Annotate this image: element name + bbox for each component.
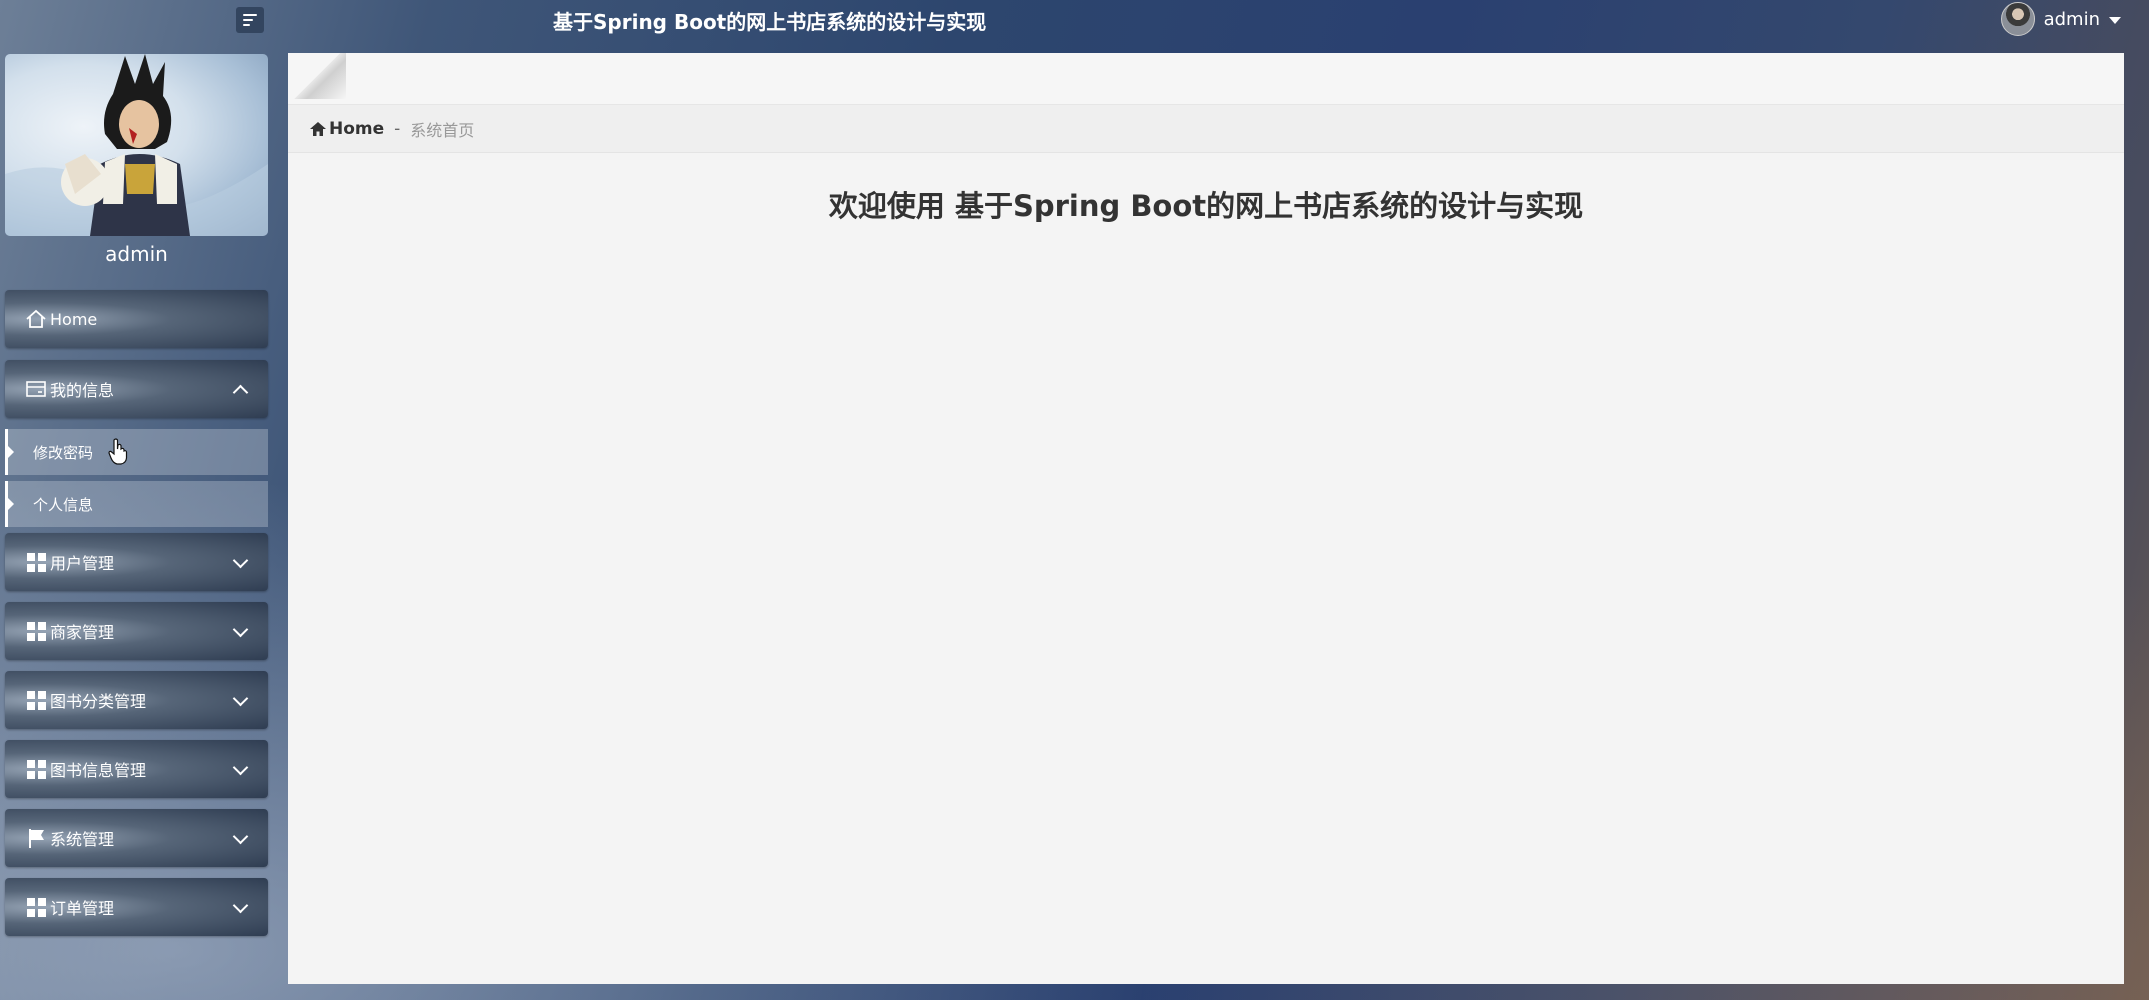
home-icon bbox=[25, 308, 47, 330]
breadcrumb-separator: - bbox=[394, 118, 401, 139]
sidebar-subitem-personal-info[interactable]: 个人信息 bbox=[5, 481, 268, 527]
sidebar-subitem-change-password[interactable]: 修改密码 bbox=[5, 429, 268, 475]
sidebar-item-label: 我的信息 bbox=[50, 381, 115, 400]
user-menu[interactable]: admin bbox=[2000, 2, 2121, 36]
sidebar-subitem-label: 修改密码 bbox=[33, 443, 94, 462]
sidebar-item-label: 用户管理 bbox=[50, 554, 115, 573]
breadcrumb-home-label[interactable]: Home bbox=[329, 119, 384, 139]
sidebar-subitem-label: 个人信息 bbox=[33, 495, 94, 514]
avatar[interactable] bbox=[2000, 2, 2035, 36]
sidebar-item-label: 系统管理 bbox=[50, 830, 115, 849]
main-panel: Home - 系统首页 欢迎使用 基于Spring Boot的网上书店系统的设计… bbox=[288, 53, 2124, 984]
page-fold-decoration bbox=[288, 53, 346, 99]
welcome-heading: 欢迎使用 基于Spring Boot的网上书店系统的设计与实现 bbox=[828, 189, 1584, 223]
sidebar-item-label: 订单管理 bbox=[50, 899, 115, 918]
menu-toggle-button[interactable] bbox=[236, 7, 264, 33]
home-icon bbox=[310, 121, 326, 136]
chevron-down-icon bbox=[232, 621, 249, 638]
chevron-up-icon bbox=[232, 384, 249, 401]
breadcrumb-current: 系统首页 bbox=[410, 120, 475, 140]
user-name[interactable]: admin bbox=[2044, 9, 2100, 30]
chevron-down-icon bbox=[232, 828, 249, 845]
sidebar-item-label: 图书分类管理 bbox=[50, 692, 147, 711]
flag-icon bbox=[25, 827, 47, 849]
sidebar-item-my-info[interactable]: 我的信息 bbox=[5, 360, 268, 418]
sidebar-item-order-management[interactable]: 订单管理 bbox=[5, 878, 268, 936]
sidebar-item-label: Home bbox=[50, 309, 98, 329]
breadcrumb: Home - 系统首页 bbox=[288, 105, 2124, 153]
sidebar-item-user-management[interactable]: 用户管理 bbox=[5, 533, 268, 591]
caret-down-icon[interactable] bbox=[2109, 16, 2121, 24]
grid-icon bbox=[25, 689, 47, 711]
main-top-bar bbox=[288, 53, 2124, 105]
chevron-down-icon bbox=[232, 897, 249, 914]
sidebar-item-home[interactable]: Home bbox=[5, 290, 268, 348]
chevron-down-icon bbox=[232, 690, 249, 707]
sidebar-item-book-category-management[interactable]: 图书分类管理 bbox=[5, 671, 268, 729]
breadcrumb-home[interactable]: Home bbox=[310, 119, 384, 139]
grid-icon bbox=[25, 758, 47, 780]
sidebar-item-label: 图书信息管理 bbox=[50, 761, 147, 780]
sidebar-item-book-info-management[interactable]: 图书信息管理 bbox=[5, 740, 268, 798]
app-title: 基于Spring Boot的网上书店系统的设计与实现 bbox=[553, 10, 987, 34]
chevron-down-icon bbox=[232, 552, 249, 569]
sidebar-item-label: 商家管理 bbox=[50, 623, 115, 642]
sidebar-item-merchant-management[interactable]: 商家管理 bbox=[5, 602, 268, 660]
profile-name: admin bbox=[105, 242, 168, 266]
profile-image bbox=[5, 54, 268, 236]
sidebar-item-system-management[interactable]: 系统管理 bbox=[5, 809, 268, 867]
grid-icon bbox=[25, 551, 47, 573]
grid-icon bbox=[25, 620, 47, 642]
grid-icon bbox=[25, 896, 47, 918]
hand-cursor-icon bbox=[108, 438, 128, 465]
chevron-down-icon bbox=[232, 759, 249, 776]
card-icon bbox=[25, 378, 47, 400]
